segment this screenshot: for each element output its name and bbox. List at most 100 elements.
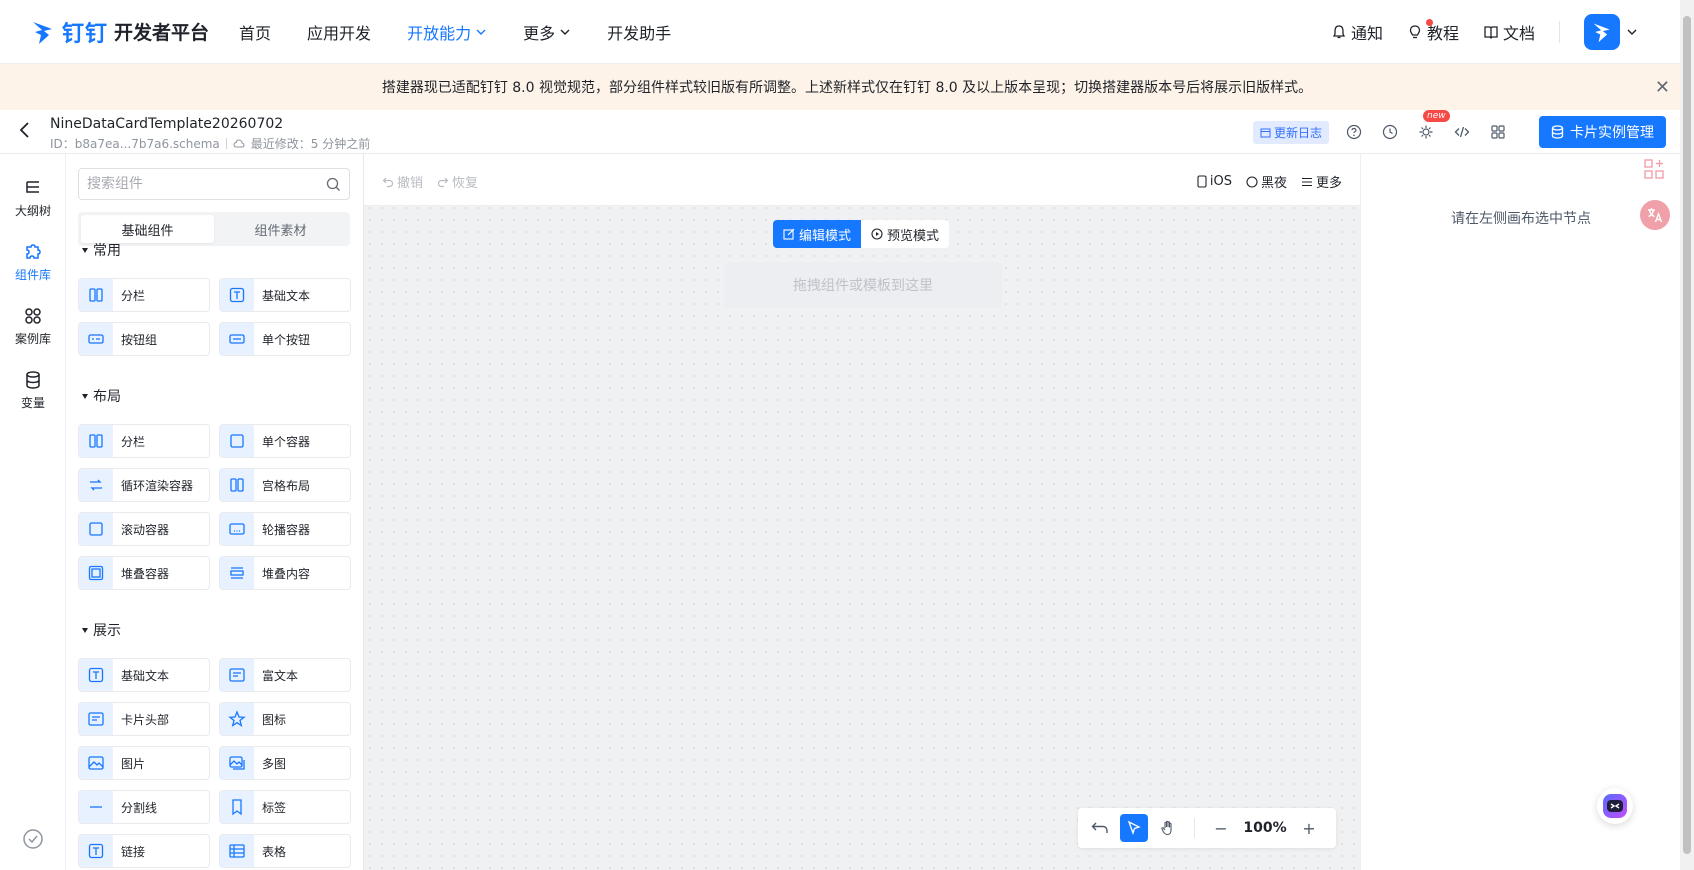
assistant-chat-button[interactable]: [1597, 788, 1633, 824]
add-component-icon[interactable]: [1642, 157, 1668, 183]
left-rail: 大纲树 组件库 案例库 变量: [0, 154, 66, 870]
chevron-down-icon: [1627, 29, 1637, 35]
rail-item-cases[interactable]: 案例库: [0, 306, 66, 347]
assistant-icon: [1603, 794, 1627, 818]
component-item[interactable]: 分栏: [78, 424, 210, 458]
check-circle-icon[interactable]: [22, 828, 44, 850]
reset-view-button[interactable]: [1086, 814, 1114, 842]
changelog-button[interactable]: 更新日志: [1252, 120, 1329, 144]
component-item[interactable]: 多图: [219, 746, 351, 780]
back-arrow-icon[interactable]: [18, 120, 32, 145]
component-item[interactable]: 单个容器: [219, 424, 351, 458]
button-icon: [220, 323, 254, 355]
nav-item[interactable]: 开放能力: [407, 20, 487, 44]
nav-item[interactable]: 应用开发: [307, 20, 371, 44]
tutorial-link[interactable]: 教程: [1407, 19, 1459, 44]
component-label: 基础文本: [262, 288, 311, 303]
more-menu[interactable]: 更多: [1301, 172, 1342, 191]
search-icon[interactable]: [326, 177, 341, 192]
device-switch[interactable]: iOS: [1197, 172, 1232, 191]
nav-item-label: 首页: [239, 23, 272, 43]
rail-item-components[interactable]: 组件库: [0, 242, 66, 283]
rail-label: 变量: [20, 396, 45, 410]
zoom-out-button[interactable]: −: [1207, 814, 1235, 842]
component-item[interactable]: 图标: [219, 702, 351, 736]
component-item[interactable]: 按钮组: [78, 322, 210, 356]
docs-link[interactable]: 文档: [1483, 20, 1535, 44]
code-button[interactable]: [1451, 121, 1473, 143]
tab-basic-components[interactable]: 基础组件: [81, 215, 214, 243]
card-header-icon: [79, 703, 113, 735]
component-item[interactable]: 链接: [78, 834, 210, 868]
component-item[interactable]: 分割线: [78, 790, 210, 824]
plugin-button[interactable]: new: [1415, 110, 1450, 143]
nav-item-label: 开发助手: [607, 23, 672, 43]
bell-icon: [1332, 25, 1346, 39]
component-item[interactable]: 宫格布局: [219, 468, 351, 502]
edit-mode-button[interactable]: 编辑模式: [773, 220, 862, 248]
tab-component-assets[interactable]: 组件素材: [214, 215, 347, 243]
component-label: 宫格布局: [262, 478, 311, 493]
component-item[interactable]: 富文本: [219, 658, 351, 692]
zoom-toolbar: − 100% +: [1078, 808, 1336, 848]
component-item[interactable]: 滚动容器: [78, 512, 210, 546]
group-title-label: 布局: [93, 389, 121, 405]
component-item[interactable]: 分栏: [78, 278, 210, 312]
card-instance-manage-button[interactable]: 卡片实例管理: [1539, 116, 1666, 148]
component-item[interactable]: 轮播容器: [219, 512, 351, 546]
zoom-level: 100%: [1243, 820, 1287, 836]
text-icon: [220, 279, 254, 311]
drop-zone[interactable]: 拖拽组件或模板到这里: [724, 262, 1002, 308]
nav-item[interactable]: 首页: [239, 20, 271, 44]
zoom-in-button[interactable]: +: [1295, 814, 1323, 842]
book-icon: [1484, 26, 1498, 39]
pan-tool-button[interactable]: [1154, 814, 1182, 842]
notify-link[interactable]: 通知: [1331, 20, 1383, 44]
help-button[interactable]: [1343, 121, 1365, 143]
nav-item[interactable]: 更多: [523, 20, 571, 44]
image-icon: [79, 747, 113, 779]
card-instance-manage-label: 卡片实例管理: [1570, 125, 1654, 141]
component-item[interactable]: 标签: [219, 790, 351, 824]
user-menu[interactable]: [1584, 14, 1638, 50]
theme-switch[interactable]: 黑夜: [1246, 172, 1287, 191]
plugin-icon: [1419, 125, 1433, 139]
top-navigation: 钉钉 开发者平台 首页 应用开发 开放能力 更多 开发助手 通知 教程 文档: [0, 0, 1694, 64]
scrollbar-thumb[interactable]: [1683, 16, 1691, 854]
chevron-down-icon: [476, 29, 486, 35]
nav-item[interactable]: 开发助手: [607, 20, 671, 44]
logo[interactable]: 钉钉 开发者平台: [30, 16, 209, 48]
component-item[interactable]: 单个按钮: [219, 322, 351, 356]
undo-button[interactable]: 撤销: [382, 172, 423, 191]
component-item[interactable]: 图片: [78, 746, 210, 780]
select-tool-button[interactable]: [1120, 814, 1148, 842]
grid-apps-icon: [1491, 125, 1505, 139]
component-label: 单个容器: [262, 434, 311, 449]
database-icon: [1551, 125, 1564, 139]
rail-item-outline[interactable]: 大纲树: [0, 178, 66, 219]
component-item[interactable]: 基础文本: [78, 658, 210, 692]
component-item[interactable]: 堆叠内容: [219, 556, 351, 590]
close-icon[interactable]: ✕: [1655, 77, 1670, 98]
component-label: 表格: [262, 844, 287, 859]
component-group-title[interactable]: 展示: [82, 620, 121, 640]
rail-item-variables[interactable]: 变量: [0, 370, 66, 411]
history-button[interactable]: [1379, 121, 1401, 143]
component-item[interactable]: 卡片头部: [78, 702, 210, 736]
search-input[interactable]: [87, 176, 326, 192]
preview-mode-button[interactable]: 预览模式: [861, 220, 949, 248]
history-controls: 撤销 恢复: [382, 172, 478, 191]
translate-icon[interactable]: [1640, 200, 1670, 230]
component-group-title[interactable]: 布局: [82, 386, 121, 406]
component-group-title[interactable]: 常用: [82, 240, 121, 260]
apps-button[interactable]: [1487, 121, 1509, 143]
component-item[interactable]: 基础文本: [219, 278, 351, 312]
component-item[interactable]: 堆叠容器: [78, 556, 210, 590]
rail-label: 案例库: [14, 332, 51, 346]
page-scrollbar[interactable]: [1680, 0, 1694, 870]
component-item[interactable]: 表格: [219, 834, 351, 868]
component-label: 多图: [262, 756, 287, 771]
redo-button[interactable]: 恢复: [437, 172, 478, 191]
component-label: 循环渲染容器: [121, 478, 194, 493]
component-item[interactable]: 循环渲染容器: [78, 468, 210, 502]
